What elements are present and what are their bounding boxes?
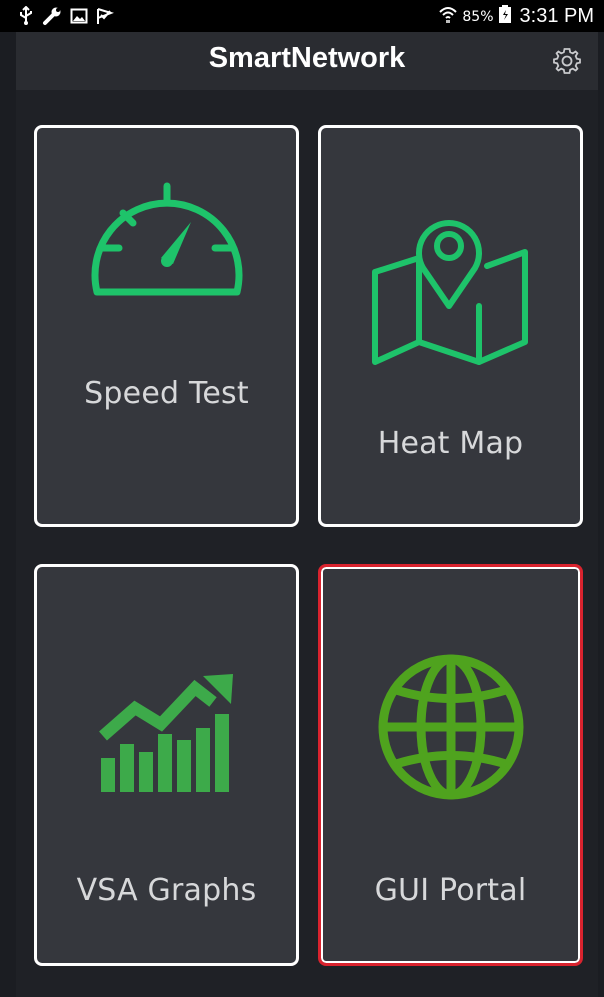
tile-label: Speed Test <box>84 376 249 411</box>
map-pin-icon <box>372 220 528 365</box>
settings-button[interactable] <box>552 46 582 76</box>
bar-chart-trend-icon <box>99 674 233 792</box>
gui-portal-tile[interactable]: GUI Portal <box>318 564 583 966</box>
system-indicators: 85% 3:31 PM <box>438 4 594 29</box>
wifi-icon <box>438 4 458 29</box>
gear-icon <box>553 48 581 74</box>
check-flag-icon <box>96 7 114 25</box>
battery-icon <box>498 4 512 29</box>
status-bar: 85% 3:31 PM <box>0 0 604 32</box>
tile-grid: Speed Test Heat Map VSA Graphs GUI Porta… <box>16 90 598 997</box>
image-icon <box>70 7 88 25</box>
tile-label: GUI Portal <box>374 873 527 908</box>
app-bar: SmartNetwork <box>16 32 598 91</box>
usb-icon <box>18 6 34 26</box>
speedometer-icon <box>91 182 243 296</box>
app-screen: 85% 3:31 PM SmartNetwork Speed Test Heat… <box>0 0 604 997</box>
notification-icons <box>18 6 114 26</box>
app-title: SmartNetwork <box>208 42 406 74</box>
globe-icon <box>378 654 524 800</box>
clock: 3:31 PM <box>519 5 594 27</box>
vsa-graphs-tile[interactable]: VSA Graphs <box>34 564 299 966</box>
speed-test-tile[interactable]: Speed Test <box>34 125 299 527</box>
wrench-icon <box>42 6 62 26</box>
tile-label: VSA Graphs <box>76 873 257 908</box>
tile-label: Heat Map <box>377 426 524 461</box>
battery-percent: 85% <box>462 8 494 25</box>
heat-map-tile[interactable]: Heat Map <box>318 125 583 527</box>
